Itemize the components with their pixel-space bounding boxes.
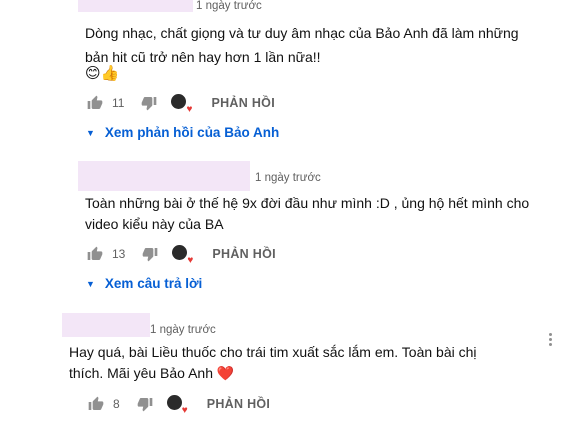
redacted-author-1 — [78, 0, 193, 12]
comment-1-like-count: 11 — [112, 96, 125, 110]
comment-1-reply-button[interactable]: PHẢN HỒI — [211, 96, 275, 110]
comment-1-actions: 11 ♥ PHẢN HỒI — [87, 93, 275, 115]
thumbs-down-icon[interactable] — [141, 95, 157, 111]
comment-2-view-replies-label: Xem câu trả lời — [104, 276, 203, 291]
comment-2-timestamp[interactable]: 1 ngày trước — [255, 172, 321, 184]
comment-3-timestamp[interactable]: 1 ngày trước — [150, 324, 216, 336]
comment-2-text-line-2: video kiểu này của BA — [85, 216, 224, 232]
comment-1-view-replies-link[interactable]: ▼ Xem phản hồi của Bảo Anh — [86, 125, 279, 140]
thumbs-up-icon[interactable] — [88, 396, 104, 412]
comment-2-text-line-1: Toàn những bài ở thế hệ 9x đời đầu như m… — [85, 195, 530, 211]
comment-3-like-count: 8 — [113, 397, 120, 411]
comment-2-view-replies-link[interactable]: ▼ Xem câu trả lời — [86, 276, 202, 291]
chevron-down-icon: ▼ — [86, 278, 95, 289]
more-vert-icon[interactable] — [549, 333, 553, 348]
redacted-author-2 — [78, 161, 250, 191]
comment-2-like-count: 13 — [112, 247, 126, 261]
comment-1-view-replies-label: Xem phản hồi của Bảo Anh — [104, 125, 280, 140]
creator-heart-icon: ♥ — [171, 94, 192, 115]
creator-heart-icon: ♥ — [172, 245, 193, 266]
comment-3-text-line-2: thích. Mãi yêu Bảo Anh ❤️ — [69, 365, 235, 381]
thumbs-up-icon[interactable] — [87, 246, 103, 262]
creator-heart-icon: ♥ — [166, 395, 188, 416]
comment-1-text-line-2: bản hit cũ trở nên hay hơn 1 lần nữa!! — [85, 49, 321, 65]
comment-3-text-line-1: Hay quá, bài Liều thuốc cho trái tim xuấ… — [69, 344, 477, 360]
thumbs-down-icon[interactable] — [137, 396, 153, 412]
comment-1-emoji: 😊👍 — [85, 65, 120, 82]
comment-2-reply-button[interactable]: PHẢN HỒI — [212, 247, 276, 261]
thumbs-up-icon[interactable] — [87, 95, 103, 111]
comment-3-actions: 8 ♥ PHẢN HỒI — [88, 394, 271, 416]
thumbs-down-icon[interactable] — [142, 246, 158, 262]
comment-3-reply-button[interactable]: PHẢN HỒI — [207, 397, 271, 411]
comment-2-actions: 13 ♥ PHẢN HỒI — [87, 244, 276, 266]
comment-1-text-line-1: Dòng nhạc, chất giọng và tư duy âm nhạc … — [85, 25, 519, 41]
comment-1-timestamp[interactable]: 1 ngày trước — [196, 0, 262, 12]
chevron-down-icon: ▼ — [86, 127, 95, 138]
redacted-author-3 — [62, 313, 150, 337]
